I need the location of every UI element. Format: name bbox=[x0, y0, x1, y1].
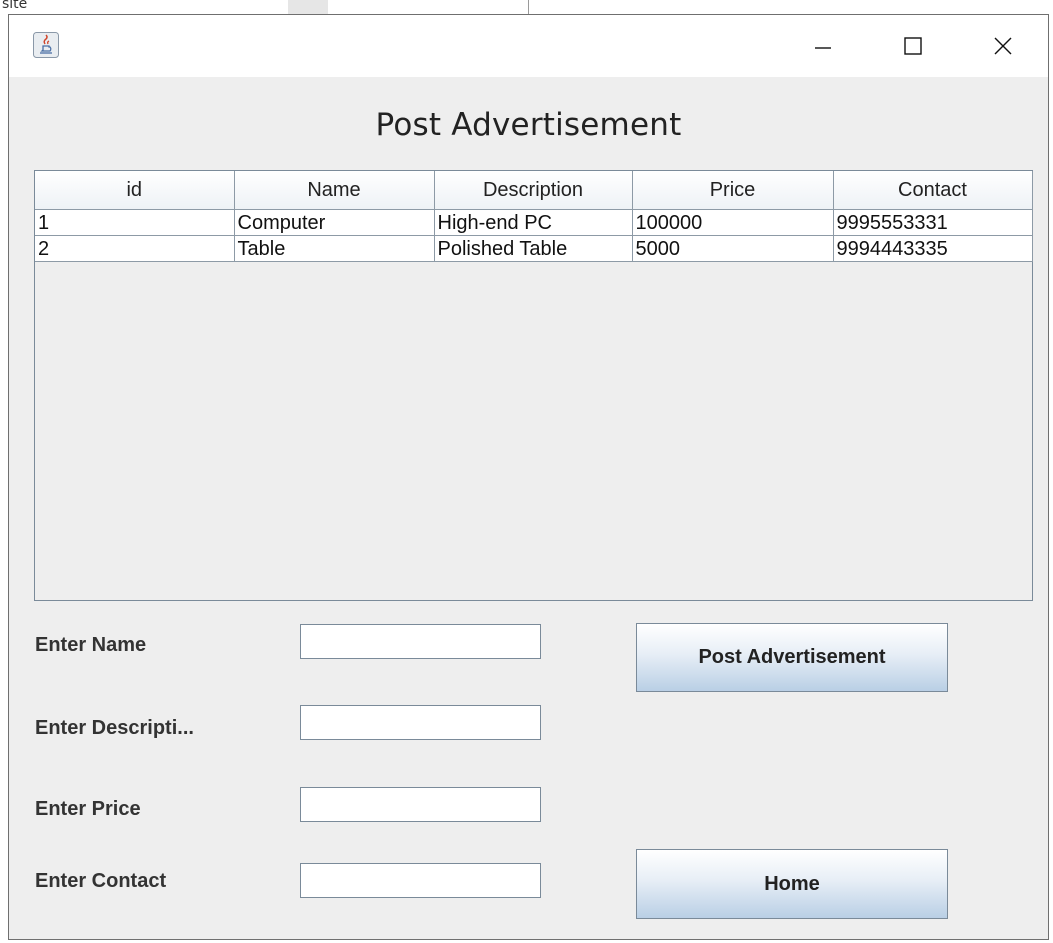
table-header-row: id Name Description Price Contact bbox=[35, 171, 1033, 210]
contact-field[interactable] bbox=[300, 863, 541, 898]
close-button[interactable] bbox=[973, 15, 1033, 77]
column-header-description[interactable]: Description bbox=[434, 171, 633, 210]
home-button[interactable]: Home bbox=[636, 849, 948, 919]
page-title: Post Advertisement bbox=[375, 107, 682, 143]
maximize-button[interactable] bbox=[883, 15, 943, 77]
post-advertisement-button[interactable]: Post Advertisement bbox=[636, 623, 948, 692]
app-window: Post Advertisement id Name Description P… bbox=[8, 14, 1049, 940]
java-cup-icon[interactable] bbox=[33, 32, 59, 58]
description-field[interactable] bbox=[300, 705, 541, 740]
cell-price[interactable]: 5000 bbox=[632, 235, 834, 262]
desktop-fragment-text: site bbox=[2, 0, 28, 12]
cell-description[interactable]: High-end PC bbox=[434, 209, 633, 236]
cell-name[interactable]: Table bbox=[234, 235, 435, 262]
name-field[interactable] bbox=[300, 624, 541, 659]
cell-contact[interactable]: 9994443335 bbox=[833, 235, 1033, 262]
table-row[interactable]: 1 Computer High-end PC 100000 9995553331 bbox=[35, 209, 1033, 236]
cell-price[interactable]: 100000 bbox=[632, 209, 834, 236]
desktop-divider bbox=[528, 0, 529, 14]
cell-name[interactable]: Computer bbox=[234, 209, 435, 236]
minimize-button[interactable] bbox=[793, 15, 853, 77]
description-label: Enter Descripti... bbox=[35, 717, 194, 739]
price-field[interactable] bbox=[300, 787, 541, 822]
column-header-id[interactable]: id bbox=[35, 171, 235, 210]
price-label: Enter Price bbox=[35, 798, 141, 820]
cell-id[interactable]: 1 bbox=[35, 209, 235, 236]
name-label: Enter Name bbox=[35, 634, 147, 656]
cell-description[interactable]: Polished Table bbox=[434, 235, 633, 262]
cell-contact[interactable]: 9995553331 bbox=[833, 209, 1033, 236]
desktop-background: site bbox=[0, 0, 1053, 14]
close-icon bbox=[994, 37, 1012, 55]
title-bar[interactable] bbox=[9, 15, 1048, 77]
column-header-contact[interactable]: Contact bbox=[833, 171, 1033, 210]
column-header-price[interactable]: Price bbox=[632, 171, 834, 210]
minimize-icon bbox=[815, 47, 831, 49]
column-header-name[interactable]: Name bbox=[234, 171, 435, 210]
advertisement-table[interactable]: id Name Description Price Contact 1 Comp… bbox=[34, 170, 1033, 601]
table-row[interactable]: 2 Table Polished Table 5000 9994443335 bbox=[35, 235, 1033, 262]
cell-id[interactable]: 2 bbox=[35, 235, 235, 262]
desktop-block bbox=[288, 0, 328, 14]
maximize-icon bbox=[904, 37, 922, 55]
contact-label: Enter Contact bbox=[35, 870, 167, 892]
